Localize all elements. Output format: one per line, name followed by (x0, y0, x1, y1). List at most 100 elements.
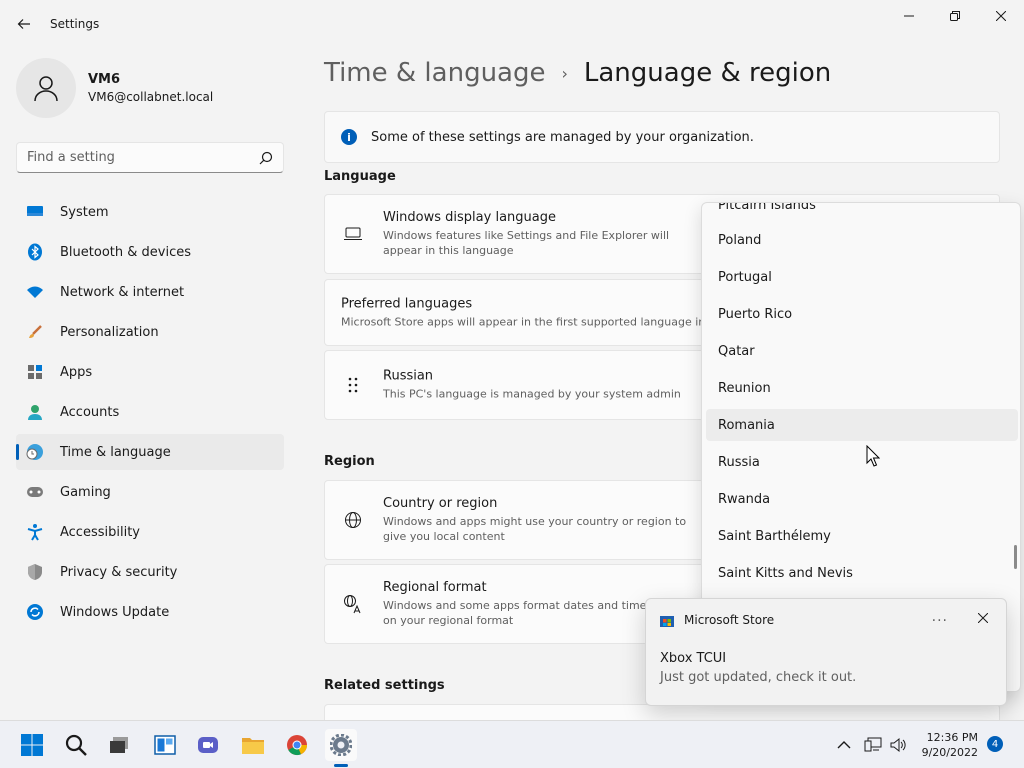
minimize-icon (904, 15, 914, 17)
clock-time: 12:36 PM (926, 731, 978, 744)
drag-handle-icon[interactable] (343, 375, 363, 395)
sidebar-item-apps[interactable]: Apps (16, 354, 284, 390)
search-box[interactable] (16, 142, 284, 173)
country-region-title: Country or region (383, 496, 498, 511)
sidebar-item-label: System (60, 204, 109, 220)
update-icon (26, 603, 44, 621)
dropdown-option-hovered[interactable]: Romania (706, 409, 1018, 441)
search-input[interactable] (17, 143, 247, 172)
chevron-right-icon: › (561, 63, 568, 83)
minimize-button[interactable] (886, 0, 932, 32)
show-hidden-icons-button[interactable] (830, 729, 858, 761)
sidebar-item-time-language[interactable]: Time & language (16, 434, 284, 470)
brush-icon (26, 323, 44, 341)
active-app-indicator (334, 764, 348, 767)
sidebar-item-label: Network & internet (60, 284, 185, 300)
sidebar-item-label: Apps (60, 364, 93, 380)
sidebar-item-accessibility[interactable]: Accessibility (16, 514, 284, 550)
gamepad-icon (26, 483, 44, 501)
network-tray-button[interactable] (860, 729, 886, 761)
user-profile[interactable]: VM6 VM6@collabnet.local (16, 58, 213, 118)
chrome-button[interactable] (281, 729, 313, 761)
restore-button[interactable] (932, 0, 978, 32)
wifi-icon (26, 283, 44, 301)
dropdown-option[interactable]: Saint Kitts and Nevis (706, 557, 1018, 589)
sidebar-item-label: Accessibility (60, 524, 140, 540)
chevron-up-icon (837, 741, 851, 749)
search-icon (65, 734, 87, 756)
breadcrumb: Time & language › Language & region (324, 58, 831, 88)
user-name: VM6 (88, 72, 121, 87)
window-controls (886, 0, 1024, 32)
start-button[interactable] (16, 729, 48, 761)
toast-body: Just got updated, check it out. (660, 670, 857, 685)
display-language-subtitle: Windows features like Settings and File … (383, 229, 670, 257)
apps-icon (26, 363, 44, 381)
folder-icon (242, 738, 264, 754)
settings-taskbar-button[interactable] (325, 729, 357, 761)
search-icon[interactable] (259, 151, 273, 165)
related-settings-label: Related settings (324, 678, 445, 693)
task-view-icon (110, 737, 128, 753)
russian-subtitle: This PC's language is managed by your sy… (383, 387, 681, 401)
close-button[interactable] (978, 0, 1024, 32)
sidebar-item-privacy[interactable]: Privacy & security (16, 554, 284, 590)
toast-app-name: Microsoft Store (684, 613, 775, 627)
dropdown-option[interactable]: Saint Barthélemy (706, 520, 1018, 552)
task-view-button[interactable] (103, 729, 135, 761)
dropdown-option[interactable]: Pitcairn Islands (706, 203, 1018, 221)
sidebar-item-gaming[interactable]: Gaming (16, 474, 284, 510)
notification-count-badge[interactable]: 4 (987, 736, 1003, 752)
chrome-icon (287, 735, 308, 756)
dropdown-option[interactable]: Russia (706, 446, 1018, 478)
dropdown-scrollbar[interactable] (1014, 545, 1017, 569)
dropdown-option[interactable]: Rwanda (706, 483, 1018, 515)
sidebar-item-label: Personalization (60, 324, 159, 340)
teams-chat-icon (198, 737, 218, 753)
sidebar-item-label: Privacy & security (60, 564, 178, 580)
preferred-languages-subtitle: Microsoft Store apps will appear in the … (341, 315, 701, 328)
bluetooth-icon (26, 243, 44, 261)
avatar (16, 58, 76, 118)
dropdown-option[interactable]: Portugal (706, 261, 1018, 293)
info-icon: i (341, 129, 357, 145)
widgets-button[interactable] (149, 729, 181, 761)
toast-app-header: Microsoft Store (660, 613, 774, 627)
country-region-subtitle: Windows and apps might use your country … (383, 515, 687, 543)
sidebar-item-system[interactable]: System (16, 194, 284, 230)
taskbar-clock[interactable]: 12:36 PM 9/20/2022 (918, 730, 978, 760)
close-icon (996, 11, 1006, 21)
clock-date: 9/20/2022 (921, 746, 978, 759)
sidebar-item-label: Bluetooth & devices (60, 244, 191, 260)
sidebar-item-bluetooth[interactable]: Bluetooth & devices (16, 234, 284, 270)
dropdown-option[interactable]: Puerto Rico (706, 298, 1018, 330)
sidebar-item-label: Windows Update (60, 604, 170, 620)
gear-icon (330, 734, 352, 756)
back-button[interactable] (12, 12, 36, 36)
sidebar-item-windows-update[interactable]: Windows Update (16, 594, 284, 630)
volume-tray-button[interactable] (886, 729, 912, 761)
toast-close-icon[interactable] (978, 613, 988, 623)
teams-chat-button[interactable] (192, 729, 224, 761)
dropdown-option[interactable]: Reunion (706, 372, 1018, 404)
dropdown-option[interactable]: Poland (706, 224, 1018, 256)
file-explorer-button[interactable] (237, 729, 269, 761)
globe-icon (343, 510, 363, 530)
taskbar-search-button[interactable] (60, 729, 92, 761)
user-email: VM6@collabnet.local (88, 90, 214, 104)
sidebar-item-label: Accounts (60, 404, 120, 420)
sidebar-nav: System Bluetooth & devices Network & int… (16, 194, 284, 634)
sidebar-item-personalization[interactable]: Personalization (16, 314, 284, 350)
notification-toast[interactable]: Microsoft Store ··· Xbox TCUI Just got u… (645, 598, 1007, 706)
toast-more-options-icon[interactable]: ··· (932, 613, 948, 629)
network-icon (864, 737, 882, 752)
sidebar-item-label: Gaming (60, 484, 111, 500)
breadcrumb-parent[interactable]: Time & language (324, 58, 545, 88)
microsoft-store-icon (660, 616, 674, 627)
dropdown-option[interactable]: Qatar (706, 335, 1018, 367)
regional-format-title: Regional format (383, 580, 487, 595)
volume-icon (890, 737, 906, 753)
sidebar-item-network[interactable]: Network & internet (16, 274, 284, 310)
russian-title: Russian (383, 368, 434, 384)
sidebar-item-accounts[interactable]: Accounts (16, 394, 284, 430)
